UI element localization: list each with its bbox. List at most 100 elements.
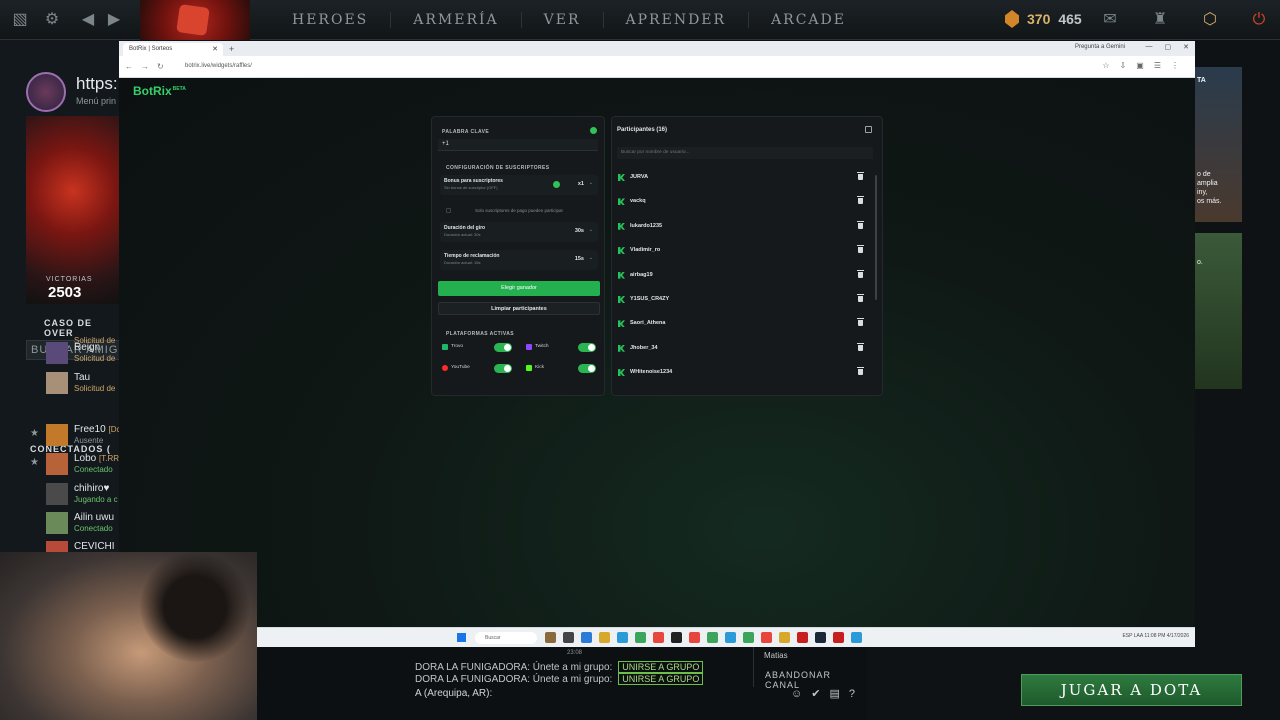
trash-icon[interactable] [857,196,864,205]
maximize-icon[interactable]: ▢ [1165,43,1172,51]
power-icon[interactable]: ⏻ [1250,11,1268,29]
app-icon[interactable] [797,632,808,643]
app-icon[interactable] [707,632,718,643]
gemini-button[interactable]: Pregunta a Gemini [1075,44,1125,50]
app-icon[interactable] [617,632,628,643]
app-icon[interactable] [833,632,844,643]
avatar[interactable] [26,72,66,112]
nav-aprender[interactable]: APRENDER [604,12,750,28]
checkbox[interactable] [446,208,451,213]
app-icon[interactable] [545,632,556,643]
copy-icon[interactable] [865,126,872,133]
window-controls: — ▢ ✕ [1146,43,1190,51]
scrollbar[interactable] [875,175,877,300]
pick-winner-button[interactable]: Elegir ganador [438,281,600,296]
dota-logo[interactable] [140,0,250,40]
exit-icon[interactable]: ▧ [11,11,29,29]
friend-item[interactable]: ★ Lobo [T.RR Conectado [26,451,120,479]
mail-icon[interactable]: ✉ [1101,11,1119,29]
gear-icon[interactable]: ⚙ [43,11,61,29]
app-icon[interactable] [653,632,664,643]
windows-start-icon[interactable] [457,633,466,642]
nav-heroes[interactable]: HEROES [270,12,392,28]
armory-icon[interactable]: ♜ [1151,11,1169,29]
info-icon[interactable] [553,181,560,188]
friend-item[interactable]: ★ Free10 [Dc Ausente [26,422,120,450]
participant-search-input[interactable]: Buscar por nombre de usuario... [617,147,873,159]
chevron-down-icon[interactable]: ⌄ [589,255,593,261]
only-subs-checkbox[interactable]: Solo suscriptores de pago pueden partici… [440,205,598,217]
trash-icon[interactable] [857,269,864,278]
url-input[interactable]: botrix.live/widgets/raffles/ [185,63,252,69]
trash-icon[interactable] [857,220,864,229]
trash-icon[interactable] [857,367,864,376]
browser-toolbar-icons[interactable]: ☆⇩▣☰⋮ [1102,61,1189,70]
star-icon[interactable]: ★ [30,428,39,439]
trash-icon[interactable] [857,245,864,254]
chevron-down-icon[interactable]: ⌄ [589,227,593,233]
app-icon[interactable] [599,632,610,643]
friend-item[interactable]: chihiro♥ Jugando a c [26,481,120,509]
keyword-input[interactable]: +1 [438,139,598,151]
claim-time-select[interactable]: 15s [575,256,584,262]
claim-time-setting[interactable]: Tiempo de reclamación Duración actual: 1… [440,250,598,270]
system-tray[interactable]: ESP LAA 11:08 PM 4/17/2026 [1122,633,1189,639]
subs-bonus-select[interactable]: x1 [578,181,584,187]
close-icon[interactable]: ✕ [212,45,218,53]
join-group-button[interactable]: UNIRSE A GRUPO [618,673,704,685]
app-icon[interactable] [779,632,790,643]
star-icon[interactable]: ★ [30,457,39,468]
right-promo-art-bottom[interactable] [1195,233,1242,389]
minimize-icon[interactable]: — [1146,43,1153,51]
spin-duration-select[interactable]: 30s [575,228,584,234]
nav-ver[interactable]: VER [522,12,604,28]
nav-arcade[interactable]: ARCADE [749,12,868,28]
friend-avatar [46,512,68,534]
app-icon[interactable] [725,632,736,643]
app-icon[interactable] [635,632,646,643]
clear-participants-button[interactable]: Limpiar participantes [438,302,600,315]
app-icon[interactable] [815,632,826,643]
youtube-toggle[interactable] [494,364,512,373]
notifications-icon[interactable]: ⬡ [1201,11,1219,29]
app-icon[interactable] [581,632,592,643]
trovo-toggle[interactable] [494,343,512,352]
shards-count: 370 [1027,11,1051,27]
twitch-toggle[interactable] [578,343,596,352]
kick-icon [526,365,532,371]
close-window-icon[interactable]: ✕ [1183,43,1189,51]
nav-armeria[interactable]: ARMERÍA [391,12,522,28]
kick-toggle[interactable] [578,364,596,373]
app-icon[interactable] [689,632,700,643]
profile-menu[interactable]: Menú prin [76,96,116,106]
subs-bonus-setting[interactable]: Bonus para suscriptores Sin bonus de sus… [440,175,598,195]
back-arrow-icon[interactable]: ◀ [79,11,97,29]
trash-icon[interactable] [857,318,864,327]
new-tab-icon[interactable]: + [223,44,240,56]
channel-member[interactable]: Matias [764,651,788,660]
profile-card[interactable]: https: Menú prin [0,68,120,116]
app-icon[interactable] [671,632,682,643]
currency-display[interactable]: 370 465 [1005,10,1082,28]
friend-request[interactable]: Tau Solicitud de [26,370,120,398]
trash-icon[interactable] [857,172,864,180]
forward-arrow-icon[interactable]: ▶ [105,11,123,29]
play-dota-button[interactable]: JUGAR A DOTA [1021,674,1242,706]
browser-nav-icons[interactable]: ←→↻ [125,62,172,71]
trash-icon[interactable] [857,293,864,302]
app-icon[interactable] [761,632,772,643]
taskbar-search-input[interactable]: Buscar [475,632,537,644]
spin-duration-setting[interactable]: Duración del giro Duración actual: 30s 3… [440,222,598,242]
botrix-logo[interactable]: BotRixBETA [133,84,186,98]
trash-icon[interactable] [857,342,864,351]
friend-request[interactable]: Reign Solicitud de [26,340,120,368]
chevron-down-icon[interactable]: ⌄ [589,180,593,186]
app-icon[interactable] [563,632,574,643]
app-icon[interactable] [743,632,754,643]
chat-input[interactable]: A (Arequipa, AR): [415,688,492,699]
friend-item[interactable]: Ailin uwu Conectado [26,510,120,538]
browser-tab[interactable]: BotRix | Sorteos ✕ [123,43,223,56]
join-group-button[interactable]: UNIRSE A GRUPO [618,661,704,673]
chat-action-icons[interactable]: ☺✔▤? [791,687,864,700]
app-icon[interactable] [851,632,862,643]
